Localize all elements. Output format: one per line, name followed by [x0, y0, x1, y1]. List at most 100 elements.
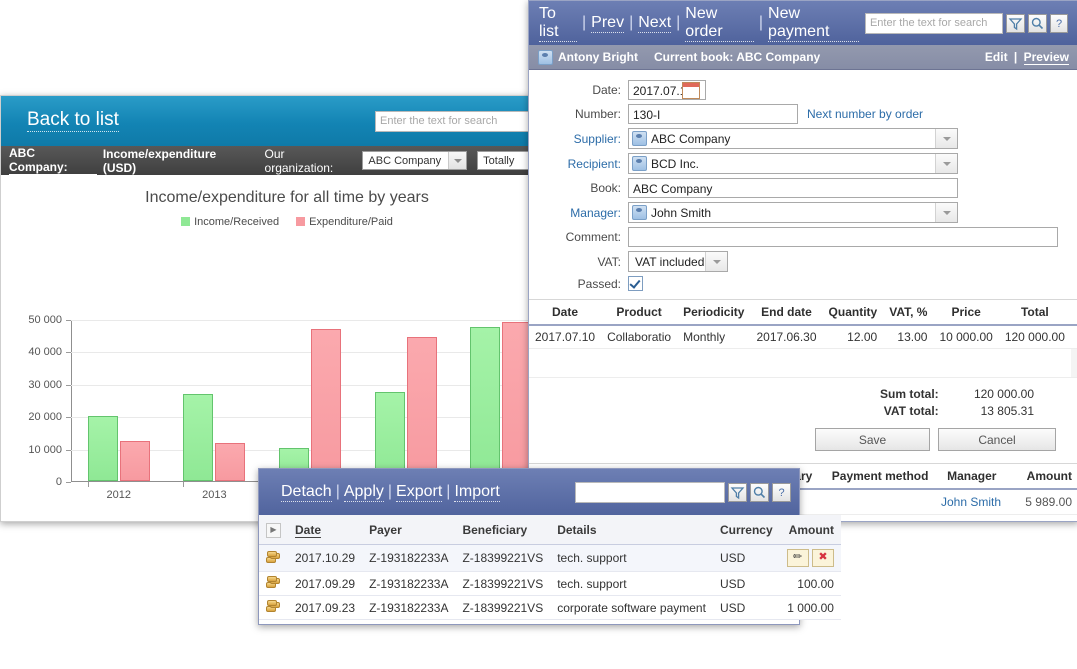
legend-swatch-expenditure: [296, 217, 305, 226]
y-tick-label: 40 000: [28, 346, 62, 358]
supplier-label[interactable]: Supplier:: [529, 132, 628, 146]
y-tick-mark: [66, 417, 71, 418]
table-row-empty[interactable]: [529, 349, 1077, 378]
nav-new-order[interactable]: New order: [685, 5, 754, 42]
table-row[interactable]: 2017.09.23 Z-193182233A Z-18399221VS cor…: [259, 596, 841, 620]
col-quantity: Quantity: [823, 300, 884, 326]
table-row[interactable]: 2017.07.10 Collaboratio Monthly 2017.06.…: [529, 325, 1077, 349]
filter-icon[interactable]: [728, 483, 747, 502]
nav-new-payment[interactable]: New payment: [768, 5, 859, 42]
edit-link[interactable]: Edit: [985, 50, 1008, 64]
field-row-passed: Passed:: [529, 276, 1077, 291]
cell-date: 2017.09.23: [288, 596, 362, 620]
row-icon: [259, 545, 288, 572]
search-icon[interactable]: [750, 483, 769, 502]
detach-header-row: ▶ Date Payer Beneficiary Details Currenc…: [259, 515, 841, 545]
book-field[interactable]: ABC Company: [628, 178, 958, 198]
cell-end-date: 2017.06.30: [750, 325, 822, 349]
row-actions: ✏ ✖: [780, 545, 841, 572]
col-periodicity: Periodicity: [677, 300, 750, 326]
chevron-down-icon: [935, 154, 957, 173]
col-payer[interactable]: Payer: [362, 515, 455, 545]
cancel-button[interactable]: Cancel: [938, 428, 1056, 451]
order-form: Date: 2017.07.10 Number: 130-I Next numb…: [529, 70, 1077, 515]
nav-prev[interactable]: Prev: [591, 14, 624, 33]
x-tick-label: 2013: [202, 489, 226, 501]
manager-label[interactable]: Manager:: [529, 206, 628, 220]
import-button[interactable]: Import: [454, 483, 499, 502]
cell-manager: John Smith: [935, 489, 1009, 515]
nav-next[interactable]: Next: [638, 14, 671, 33]
col-beneficiary[interactable]: Beneficiary: [455, 515, 550, 545]
toolbar-company-label[interactable]: ABC Company:: [9, 146, 97, 175]
detach-toolbar-tools: ?: [575, 482, 799, 503]
filter-icon[interactable]: [1006, 14, 1025, 33]
cell-price: 10 000.00: [933, 325, 998, 349]
vat-select[interactable]: VAT included: [628, 251, 728, 272]
edit-icon[interactable]: ✏: [787, 549, 809, 567]
chart-search-input[interactable]: Enter the text for search: [375, 111, 535, 132]
calendar-icon[interactable]: [682, 82, 700, 99]
help-icon[interactable]: ?: [772, 483, 791, 502]
next-number-link[interactable]: Next number by order: [807, 107, 923, 121]
col-date: Date: [529, 300, 601, 326]
preview-link[interactable]: Preview: [1024, 50, 1069, 65]
chevron-right-icon[interactable]: ▶: [266, 523, 281, 538]
col-date[interactable]: Date: [288, 515, 362, 545]
col-expand[interactable]: ▶: [259, 515, 288, 545]
coins-icon: [266, 551, 280, 563]
order-search-input[interactable]: Enter the text for search: [865, 13, 1003, 34]
supplier-select[interactable]: ABC Company: [628, 128, 958, 149]
row-icon: [259, 596, 288, 620]
legend-swatch-income: [181, 217, 190, 226]
number-field[interactable]: 130-I: [628, 104, 798, 124]
field-row-number: Number: 130-I Next number by order: [529, 104, 1077, 124]
col-details[interactable]: Details: [550, 515, 713, 545]
date-label: Date:: [529, 83, 628, 97]
organization-select-value: ABC Company: [368, 155, 448, 167]
back-to-list-link[interactable]: Back to list: [27, 109, 119, 132]
manager-link[interactable]: John Smith: [941, 495, 1001, 509]
sum-total-row: Sum total: 120 000.00: [529, 387, 1077, 401]
save-button[interactable]: Save: [815, 428, 930, 451]
chevron-down-icon: [935, 203, 957, 222]
delete-icon[interactable]: ✖: [812, 549, 834, 567]
nav-to-list[interactable]: To list: [539, 5, 577, 42]
y-tick-label: 10 000: [28, 444, 62, 456]
col-currency[interactable]: Currency: [713, 515, 780, 545]
cell-details: tech. support: [550, 545, 713, 572]
table-row[interactable]: 2017.10.29 Z-193182233A Z-18399221VS tec…: [259, 545, 841, 572]
detach-window-toolbar: Detach| Apply| Export| Import ?: [259, 469, 799, 515]
row-icon: [259, 572, 288, 596]
cell-currency: USD: [713, 596, 780, 620]
delete-icon[interactable]: ✖: [1071, 325, 1077, 349]
export-button[interactable]: Export: [396, 483, 442, 502]
detach-button[interactable]: Detach: [281, 483, 332, 502]
passed-label: Passed:: [529, 277, 628, 291]
grid-line: [71, 320, 549, 321]
contact-icon: [632, 205, 647, 220]
y-tick-mark: [66, 352, 71, 353]
y-tick-label: 0: [56, 476, 62, 488]
col-product: Product: [601, 300, 677, 326]
organization-select[interactable]: ABC Company: [362, 151, 467, 170]
y-tick-label: 20 000: [28, 411, 62, 423]
passed-checkbox[interactable]: [628, 276, 643, 291]
table-row[interactable]: 2017.09.29 Z-193182233A Z-18399221VS tec…: [259, 572, 841, 596]
payments-detach-window: Detach| Apply| Export| Import ? ▶ Date P…: [258, 468, 800, 625]
manager-select[interactable]: John Smith: [628, 202, 958, 223]
order-window: To list| Prev| Next| New order| New paym…: [528, 0, 1077, 522]
help-icon[interactable]: ?: [1050, 14, 1068, 33]
recipient-select[interactable]: BCD Inc.: [628, 153, 958, 174]
chart-legend: Income/Received Expenditure/Paid: [1, 216, 573, 228]
cell-details: tech. support: [550, 572, 713, 596]
col-amount[interactable]: Amount: [780, 515, 841, 545]
recipient-label[interactable]: Recipient:: [529, 157, 628, 171]
payments-table: ▶ Date Payer Beneficiary Details Currenc…: [259, 515, 841, 620]
detach-search-input[interactable]: [575, 482, 725, 503]
y-tick-mark: [66, 482, 71, 483]
apply-button[interactable]: Apply: [344, 483, 384, 502]
search-icon[interactable]: [1028, 14, 1047, 33]
book-label: Book:: [529, 181, 628, 195]
comment-field[interactable]: [628, 227, 1058, 247]
